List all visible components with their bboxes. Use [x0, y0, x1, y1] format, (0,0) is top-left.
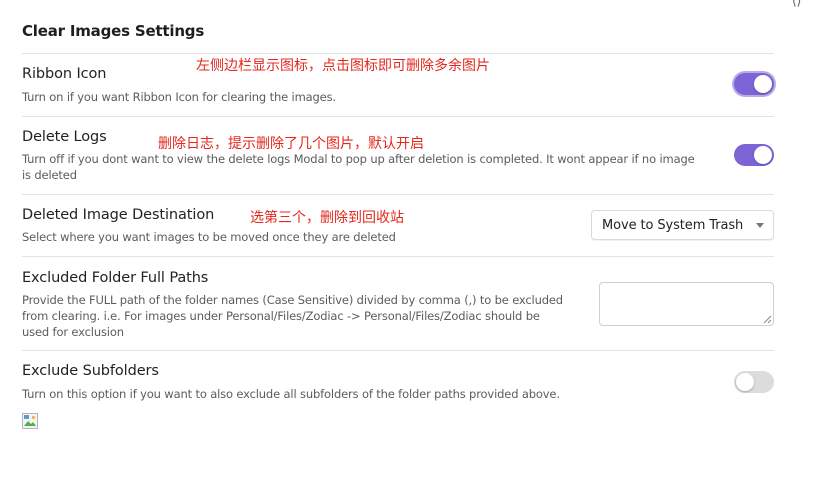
- annotation-delete-logs: 删除日志，提示删除了几个图片，默认开启: [158, 136, 424, 152]
- desc-line: Provide the FULL path of the folder name…: [22, 293, 563, 307]
- setting-name-deleted-image-destination: Deleted Image Destination: [22, 207, 215, 223]
- setting-desc-excluded-folder-paths: Provide the FULL path of the folder name…: [22, 292, 563, 340]
- ribbon-icon-toggle[interactable]: [734, 73, 774, 95]
- divider: [22, 350, 774, 351]
- setting-desc-exclude-subfolders: Turn on this option if you want to also …: [22, 387, 560, 401]
- toggle-knob: [736, 373, 754, 391]
- desc-line: from clearing. i.e. For images under Per…: [22, 309, 540, 323]
- resize-grip-icon[interactable]: [763, 315, 772, 324]
- setting-desc-deleted-image-destination: Select where you want images to be moved…: [22, 230, 396, 244]
- desc-line: is deleted: [22, 168, 77, 182]
- dropdown-selected-value: Move to System Trash: [602, 218, 744, 233]
- divider: [22, 116, 774, 117]
- annotation-ribbon-icon: 左侧边栏显示图标，点击图标即可删除多余图片: [196, 58, 490, 74]
- setting-name-exclude-subfolders: Exclude Subfolders: [22, 363, 159, 379]
- broken-image-icon: [22, 413, 38, 429]
- toggle-knob: [754, 146, 772, 164]
- divider: [22, 256, 774, 257]
- setting-desc-ribbon-icon: Turn on if you want Ribbon Icon for clea…: [22, 90, 336, 104]
- annotation-deleted-image-destination: 选第三个，删除到回收站: [250, 210, 404, 226]
- setting-name-delete-logs: Delete Logs: [22, 129, 107, 145]
- setting-name-ribbon-icon: Ribbon Icon: [22, 66, 107, 82]
- setting-name-excluded-folder-paths: Excluded Folder Full Paths: [22, 270, 209, 286]
- divider: [22, 194, 774, 195]
- desc-line: used for exclusion: [22, 325, 124, 339]
- excluded-folder-paths-input[interactable]: [599, 282, 774, 326]
- desc-line: Turn off if you dont want to view the de…: [22, 152, 695, 166]
- setting-desc-delete-logs: Turn off if you dont want to view the de…: [22, 151, 695, 183]
- exclude-subfolders-toggle[interactable]: [734, 371, 774, 393]
- toggle-knob: [754, 75, 772, 93]
- window-corner-glyph: ⟨⟩: [792, 0, 802, 8]
- chevron-down-icon: [756, 223, 764, 228]
- page-title: Clear Images Settings: [22, 22, 205, 40]
- deleted-image-destination-dropdown[interactable]: Move to System Trash: [591, 210, 774, 240]
- delete-logs-toggle[interactable]: [734, 144, 774, 166]
- divider: [22, 53, 774, 54]
